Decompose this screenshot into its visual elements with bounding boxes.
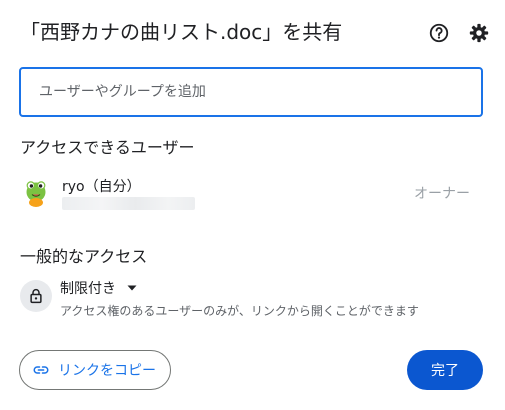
user-name: ryo（自分）	[62, 179, 141, 195]
user-avatar	[21, 178, 51, 208]
general-access-selected: 制限付き	[60, 281, 116, 297]
dropdown-arrow-icon	[127, 285, 137, 291]
dialog-title: 「西野カナの曲リスト.doc」を共有	[20, 20, 343, 44]
copy-link-label: リンクをコピー	[58, 363, 156, 379]
frog-avatar-icon	[21, 178, 51, 208]
lock-icon	[30, 288, 42, 304]
general-access-dropdown[interactable]: 制限付き	[60, 277, 138, 299]
general-access-description: アクセス権のあるユーザーのみが、リンクから開くことができます	[60, 304, 419, 318]
help-circle-icon	[429, 23, 449, 43]
people-with-access-heading: アクセスできるユーザー	[20, 138, 195, 157]
lock-badge	[20, 280, 52, 312]
done-button[interactable]: 完了	[407, 350, 483, 390]
general-access-heading: 一般的なアクセス	[20, 247, 148, 266]
settings-gear-icon[interactable]	[468, 22, 490, 44]
user-email-redacted	[62, 197, 195, 210]
copy-link-button[interactable]: リンクをコピー	[19, 350, 171, 390]
link-icon	[33, 366, 49, 374]
gear-icon	[469, 23, 489, 43]
help-icon[interactable]	[428, 22, 450, 44]
user-role: オーナー	[414, 186, 470, 202]
add-people-input[interactable]	[19, 67, 483, 117]
